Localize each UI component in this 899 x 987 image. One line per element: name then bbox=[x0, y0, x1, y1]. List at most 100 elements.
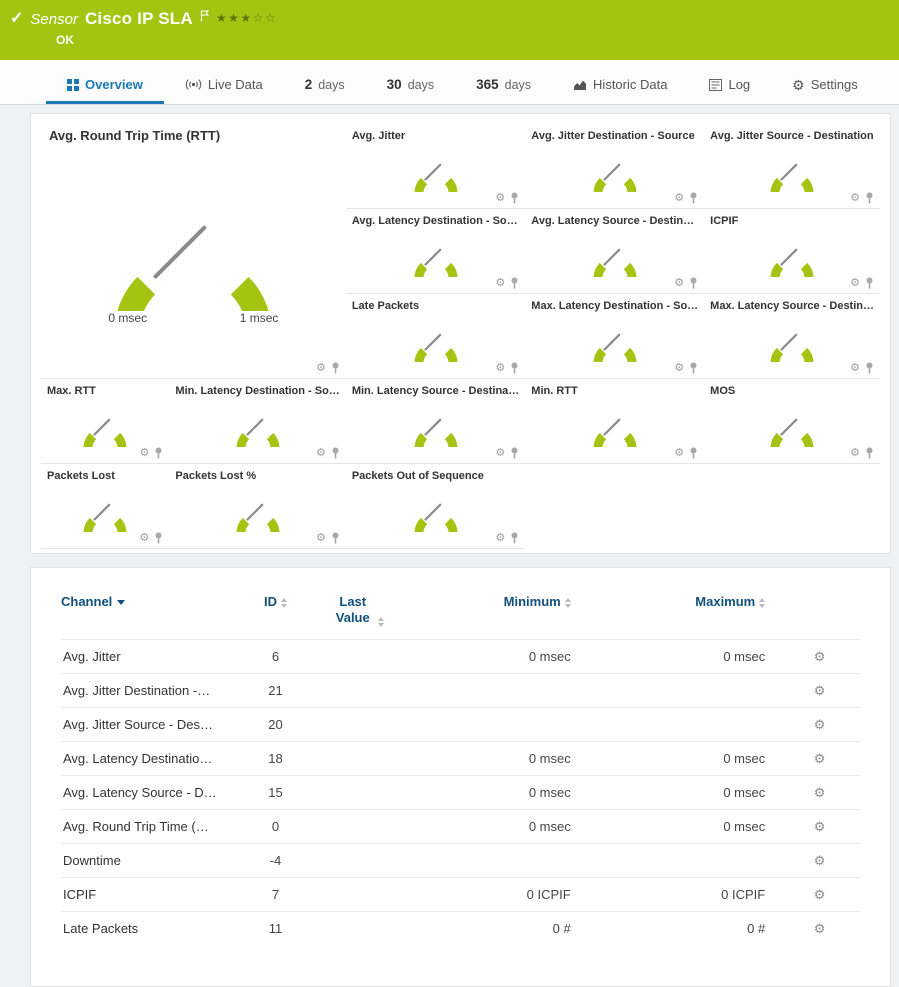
channel-settings-icon[interactable]: ⚙ bbox=[814, 785, 826, 800]
gauge-pin-icon[interactable] bbox=[510, 192, 519, 204]
tab-settings[interactable]: ⚙ Settings bbox=[771, 68, 879, 104]
gauge-pin-icon[interactable] bbox=[510, 277, 519, 289]
tab-log[interactable]: Log bbox=[688, 68, 771, 104]
gauge-settings-icon[interactable]: ⚙ bbox=[495, 193, 505, 204]
gauge-max-label: 1 msec bbox=[240, 311, 279, 325]
table-row: Downtime -4 ⚙ bbox=[61, 843, 860, 877]
tab-30-days[interactable]: 30 days bbox=[366, 68, 455, 104]
tab-days-label: days bbox=[318, 78, 344, 92]
gauge-pin-icon[interactable] bbox=[510, 532, 519, 544]
channel-maximum bbox=[585, 707, 780, 741]
tab-label: Settings bbox=[811, 77, 858, 92]
gauge-settings-icon[interactable]: ⚙ bbox=[850, 193, 860, 204]
priority-stars[interactable]: ★★★☆☆ bbox=[216, 11, 277, 25]
channel-name[interactable]: Avg. Jitter Source - Des… bbox=[61, 707, 236, 741]
tab-days-number: 2 bbox=[305, 77, 313, 92]
gauge-settings-icon[interactable]: ⚙ bbox=[674, 193, 684, 204]
tab-live-data[interactable]: Live Data bbox=[164, 68, 284, 104]
gauge-pin-icon[interactable] bbox=[331, 447, 340, 459]
gauge-pin-icon[interactable] bbox=[154, 447, 163, 459]
column-header-last-value[interactable]: Last Value bbox=[315, 594, 400, 639]
gauge-settings-icon[interactable]: ⚙ bbox=[674, 363, 684, 374]
gauge-pin-icon[interactable] bbox=[689, 447, 698, 459]
gauge-pin-icon[interactable] bbox=[865, 362, 874, 374]
gauge-settings-icon[interactable]: ⚙ bbox=[850, 278, 860, 289]
gauge-settings-icon[interactable]: ⚙ bbox=[850, 363, 860, 374]
gauge-settings-icon[interactable]: ⚙ bbox=[316, 448, 326, 459]
gauge-cell: Avg. Latency Source - Destin… ⚙ bbox=[525, 209, 704, 294]
tab-historic-data[interactable]: Historic Data bbox=[552, 68, 688, 104]
column-header-minimum[interactable]: Minimum bbox=[400, 594, 585, 639]
channel-name[interactable]: Avg. Jitter bbox=[61, 639, 236, 673]
tab-label: Live Data bbox=[208, 77, 263, 92]
gauge-pin-icon[interactable] bbox=[510, 447, 519, 459]
gauge-settings-icon[interactable]: ⚙ bbox=[140, 448, 150, 459]
channel-maximum: 0 msec bbox=[585, 809, 780, 843]
channel-name[interactable]: Late Packets bbox=[61, 911, 236, 945]
stars-filled: ★★★ bbox=[216, 11, 253, 25]
channel-settings-icon[interactable]: ⚙ bbox=[814, 717, 826, 732]
gauge-settings-icon[interactable]: ⚙ bbox=[674, 448, 684, 459]
gauge-settings-icon[interactable]: ⚙ bbox=[495, 363, 505, 374]
channel-name[interactable]: Downtime bbox=[61, 843, 236, 877]
channel-settings-icon[interactable]: ⚙ bbox=[814, 887, 826, 902]
gauge bbox=[761, 229, 823, 277]
gauge-title: MOS bbox=[710, 385, 874, 397]
gauge-pin-icon[interactable] bbox=[331, 532, 340, 544]
gauge-pin-icon[interactable] bbox=[689, 277, 698, 289]
channel-name[interactable]: Avg. Round Trip Time (… bbox=[61, 809, 236, 843]
column-header-channel[interactable]: Channel bbox=[61, 594, 236, 639]
gauge-title: Packets Lost bbox=[47, 470, 163, 482]
gauge-pin-icon[interactable] bbox=[510, 362, 519, 374]
flag-icon[interactable] bbox=[200, 10, 209, 22]
gauge-settings-icon[interactable]: ⚙ bbox=[140, 533, 150, 544]
tab-label: Log bbox=[728, 77, 750, 92]
table-row: Late Packets 11 0 # 0 # ⚙ bbox=[61, 911, 860, 945]
gauge-pin-icon[interactable] bbox=[331, 362, 340, 374]
tab-overview[interactable]: Overview bbox=[46, 68, 164, 104]
gauge-pin-icon[interactable] bbox=[865, 277, 874, 289]
stars-empty: ☆☆ bbox=[253, 11, 278, 25]
column-label: ID bbox=[264, 594, 277, 609]
gauge-pin-icon[interactable] bbox=[689, 192, 698, 204]
gauge-settings-icon[interactable]: ⚙ bbox=[674, 278, 684, 289]
main-gauge bbox=[78, 151, 308, 311]
channel-minimum: 0 ICPIF bbox=[400, 877, 585, 911]
channel-settings-icon[interactable]: ⚙ bbox=[814, 921, 826, 936]
channel-minimum: 0 msec bbox=[400, 809, 585, 843]
gauge-pin-icon[interactable] bbox=[865, 447, 874, 459]
gauge-settings-icon[interactable]: ⚙ bbox=[316, 363, 326, 374]
gauge-settings-icon[interactable]: ⚙ bbox=[495, 278, 505, 289]
gauge-settings-icon[interactable]: ⚙ bbox=[495, 448, 505, 459]
column-header-id[interactable]: ID bbox=[236, 594, 316, 639]
gauge-title: Avg. Jitter bbox=[352, 130, 519, 142]
gauge-title: Avg. Jitter Destination - Source bbox=[531, 130, 698, 142]
gauge-pin-icon[interactable] bbox=[689, 362, 698, 374]
gauges-grid: Avg. Round Trip Time (RTT) 0 msec 1 msec… bbox=[41, 124, 880, 549]
gauge-cell: Min. Latency Source - Destina… ⚙ bbox=[346, 379, 525, 464]
channel-id: 18 bbox=[236, 741, 316, 775]
channel-name[interactable]: ICPIF bbox=[61, 877, 236, 911]
channel-settings-icon[interactable]: ⚙ bbox=[814, 683, 826, 698]
tab-2-days[interactable]: 2 days bbox=[284, 68, 366, 104]
gauge-settings-icon[interactable]: ⚙ bbox=[850, 448, 860, 459]
channel-name[interactable]: Avg. Latency Destinatio… bbox=[61, 741, 236, 775]
tab-365-days[interactable]: 365 days bbox=[455, 68, 552, 104]
channel-name[interactable]: Avg. Jitter Destination -… bbox=[61, 673, 236, 707]
tab-days-label: days bbox=[505, 78, 531, 92]
column-header-maximum[interactable]: Maximum bbox=[585, 594, 780, 639]
sort-caret-icon bbox=[117, 600, 125, 605]
gauge-pin-icon[interactable] bbox=[154, 532, 163, 544]
gauge-title: Max. Latency Destination - So… bbox=[531, 300, 698, 312]
gauge-title: Packets Out of Sequence bbox=[352, 470, 519, 482]
gauge-pin-icon[interactable] bbox=[865, 192, 874, 204]
gauge-title: Min. Latency Source - Destina… bbox=[352, 385, 519, 397]
channel-name[interactable]: Avg. Latency Source - D… bbox=[61, 775, 236, 809]
gauge-settings-icon[interactable]: ⚙ bbox=[316, 533, 326, 544]
gauge-settings-icon[interactable]: ⚙ bbox=[495, 533, 505, 544]
gauge-cell: Late Packets ⚙ bbox=[346, 294, 525, 379]
channel-settings-icon[interactable]: ⚙ bbox=[814, 649, 826, 664]
channel-settings-icon[interactable]: ⚙ bbox=[814, 751, 826, 766]
channel-settings-icon[interactable]: ⚙ bbox=[814, 819, 826, 834]
channel-settings-icon[interactable]: ⚙ bbox=[814, 853, 826, 868]
